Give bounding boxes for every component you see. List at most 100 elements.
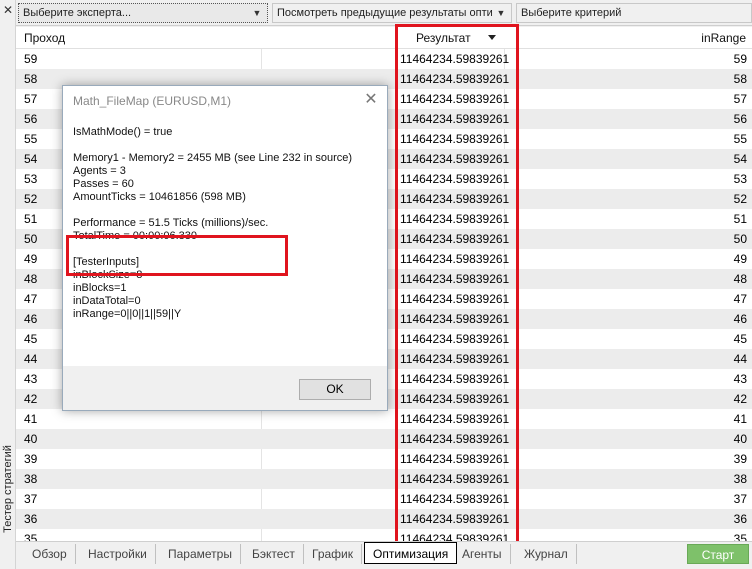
result-cell: 11464234.59839261 (400, 352, 510, 366)
close-icon[interactable]: ✕ (2, 3, 14, 17)
tester-side-panel: ✕ Тестер стратегий (0, 0, 16, 569)
table-row[interactable]: 39 11464234.59839261 39 (16, 449, 752, 469)
result-cell: 11464234.59839261 (400, 172, 510, 186)
dialog-line: Memory1 - Memory2 = 2455 MB (see Line 23… (73, 152, 353, 164)
pass-cell: 42 (24, 392, 38, 406)
table-row[interactable]: 38 11464234.59839261 38 (16, 469, 752, 489)
result-cell: 11464234.59839261 (400, 192, 510, 206)
pass-cell: 59 (24, 52, 38, 66)
tab-1[interactable]: Настройки (80, 544, 156, 564)
pass-cell: 52 (24, 192, 38, 206)
dialog-line: [TesterInputs] (73, 256, 140, 268)
inrange-cell: 47 (733, 292, 747, 306)
criterion-select[interactable]: Выберите критерий (516, 3, 752, 23)
result-cell: 11464234.59839261 (400, 292, 510, 306)
chevron-down-icon[interactable]: ▼ (249, 5, 265, 21)
result-cell: 11464234.59839261 (400, 272, 510, 286)
pass-cell: 46 (24, 312, 38, 326)
result-cell: 11464234.59839261 (400, 372, 510, 386)
result-cell: 11464234.59839261 (400, 532, 510, 541)
pass-cell: 40 (24, 432, 38, 446)
table-row[interactable]: 40 11464234.59839261 40 (16, 429, 752, 449)
expert-select[interactable]: Выберите эксперта... ▼ (18, 3, 268, 23)
dialog-line: inBlocks=1 (73, 282, 127, 294)
inrange-cell: 36 (733, 512, 747, 526)
result-cell: 11464234.59839261 (400, 232, 510, 246)
tab-3[interactable]: Бэктест (244, 544, 304, 564)
result-cell: 11464234.59839261 (400, 132, 510, 146)
result-cell: 11464234.59839261 (400, 92, 510, 106)
ok-button[interactable]: OK (299, 379, 371, 400)
dialog-footer: OK (63, 366, 387, 410)
result-cell: 11464234.59839261 (400, 512, 510, 526)
table-row[interactable]: 37 11464234.59839261 37 (16, 489, 752, 509)
result-cell: 11464234.59839261 (400, 492, 510, 506)
inrange-cell: 56 (733, 112, 747, 126)
dialog-title: Math_FileMap (EURUSD,M1) (73, 94, 232, 108)
tester-tabs: Старт Обзор Настройки Параметры Бэктест Граф… (16, 541, 752, 569)
result-cell: 11464234.59839261 (400, 152, 510, 166)
inrange-cell: 38 (733, 472, 747, 486)
inrange-cell: 54 (733, 152, 747, 166)
inrange-cell: 58 (733, 72, 747, 86)
tab-7[interactable]: Журнал (516, 544, 577, 564)
pass-cell: 43 (24, 372, 38, 386)
start-button[interactable]: Старт (687, 544, 749, 564)
table-row[interactable]: 35 11464234.59839261 35 (16, 529, 752, 541)
result-cell: 11464234.59839261 (400, 52, 510, 66)
column-header-inrange[interactable]: inRange (701, 27, 746, 49)
result-cell: 11464234.59839261 (400, 472, 510, 486)
table-row[interactable]: 59 11464234.59839261 59 (16, 49, 752, 69)
pass-cell: 35 (24, 532, 38, 541)
pass-cell: 53 (24, 172, 38, 186)
result-cell: 11464234.59839261 (400, 332, 510, 346)
inrange-cell: 46 (733, 312, 747, 326)
inrange-cell: 53 (733, 172, 747, 186)
inrange-cell: 44 (733, 352, 747, 366)
dialog-line: AmountTicks = 10461856 (598 MB) (73, 191, 246, 203)
dialog-line: inRange=0||0||1||59||Y (73, 308, 182, 320)
tab-5[interactable]: Оптимизация (364, 542, 458, 564)
inrange-cell: 45 (733, 332, 747, 346)
inrange-cell: 57 (733, 92, 747, 106)
inrange-cell: 52 (733, 192, 747, 206)
pass-cell: 57 (24, 92, 38, 106)
chevron-down-icon[interactable]: ▼ (493, 5, 509, 21)
result-cell: 11464234.59839261 (400, 392, 510, 406)
previous-results-select[interactable]: Посмотреть предыдущие результаты оптим ▼ (272, 3, 512, 23)
tab-4[interactable]: График (304, 544, 362, 564)
inrange-cell: 49 (733, 252, 747, 266)
message-dialog: Math_FileMap (EURUSD,M1) ✕ IsMathMode() … (62, 85, 388, 411)
close-icon[interactable]: ✕ (361, 90, 381, 110)
pass-cell: 48 (24, 272, 38, 286)
inrange-cell: 35 (733, 532, 747, 541)
result-cell: 11464234.59839261 (400, 312, 510, 326)
tab-6[interactable]: Агенты (454, 544, 511, 564)
pass-cell: 47 (24, 292, 38, 306)
tab-0[interactable]: Обзор (24, 544, 76, 564)
tab-2[interactable]: Параметры (160, 544, 241, 564)
column-header-pass[interactable]: Проход (24, 27, 65, 49)
dialog-line: Agents = 3 (73, 165, 126, 177)
pass-cell: 56 (24, 112, 38, 126)
sort-descending-icon[interactable] (488, 35, 496, 40)
result-cell: 11464234.59839261 (400, 112, 510, 126)
inrange-cell: 37 (733, 492, 747, 506)
pass-cell: 54 (24, 152, 38, 166)
dialog-line (73, 204, 379, 217)
result-cell: 11464234.59839261 (400, 432, 510, 446)
dialog-line: Passes = 60 (73, 178, 134, 190)
side-panel-title: Тестер стратегий (2, 445, 14, 533)
result-cell: 11464234.59839261 (400, 412, 510, 426)
table-row[interactable]: 36 11464234.59839261 36 (16, 509, 752, 529)
table-row[interactable]: 41 11464234.59839261 41 (16, 409, 752, 429)
inrange-cell: 42 (733, 392, 747, 406)
dialog-line: IsMathMode() = true (73, 126, 173, 138)
dialog-line: TotalTime = 00:00:06.330 (73, 230, 198, 242)
pass-cell: 51 (24, 212, 38, 226)
previous-results-value: Посмотреть предыдущие результаты оптим (277, 7, 493, 19)
dialog-titlebar: Math_FileMap (EURUSD,M1) ✕ (63, 86, 387, 116)
pass-cell: 37 (24, 492, 38, 506)
expert-select-value: Выберите эксперта... (23, 7, 132, 19)
inrange-cell: 59 (733, 52, 747, 66)
